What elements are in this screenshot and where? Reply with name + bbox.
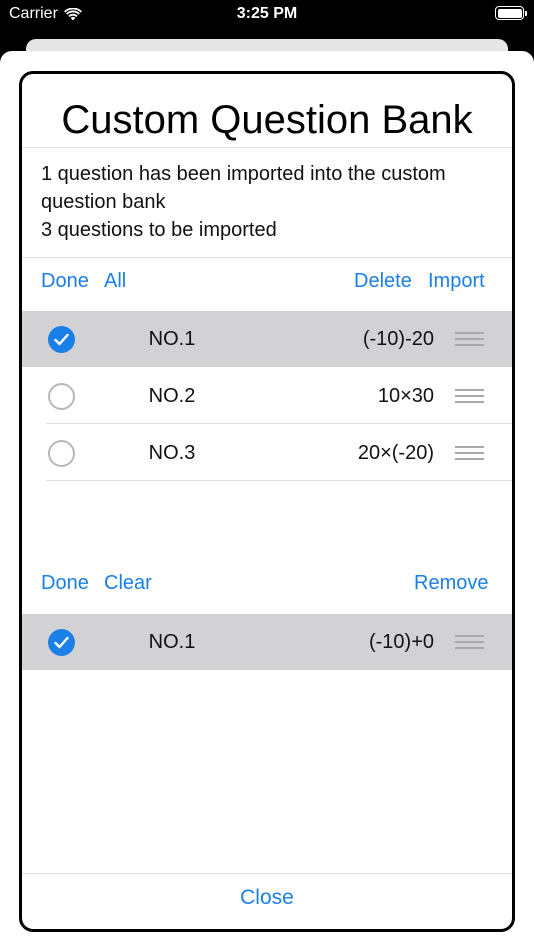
info-divider <box>22 257 512 258</box>
delete-button[interactable]: Delete <box>354 270 412 293</box>
drag-handle-icon[interactable] <box>455 635 484 649</box>
custom-question-bank-dialog: Custom Question Bank 1 question has been… <box>19 71 515 932</box>
import-button[interactable]: Import <box>428 270 485 293</box>
question-expression: 20×(-20) <box>357 442 434 464</box>
row-checkbox[interactable] <box>48 440 75 467</box>
question-number: NO.2 <box>148 385 196 407</box>
row-checkbox[interactable] <box>48 326 75 353</box>
imported-done-button[interactable]: Done <box>41 572 89 595</box>
title-divider <box>22 147 512 148</box>
close-divider <box>22 873 512 874</box>
drag-handle-icon[interactable] <box>455 332 484 346</box>
pending-question-row[interactable]: NO.1 (-10)-20 <box>22 311 512 367</box>
drag-handle-icon[interactable] <box>455 389 484 403</box>
question-expression: (-10)-20 <box>362 328 434 350</box>
import-status-text: 1 question has been imported into the cu… <box>41 160 501 244</box>
select-all-button[interactable]: All <box>104 270 126 293</box>
imported-question-row[interactable]: NO.1 (-10)+0 <box>22 614 512 670</box>
checkmark-icon <box>54 333 69 346</box>
battery-icon <box>495 6 527 20</box>
question-number: NO.3 <box>148 442 196 464</box>
question-expression: 10×30 <box>377 385 434 407</box>
row-checkbox[interactable] <box>48 383 75 410</box>
row-checkbox[interactable] <box>48 629 75 656</box>
dialog-title: Custom Question Bank <box>61 98 473 142</box>
pending-done-button[interactable]: Done <box>41 270 89 293</box>
pending-question-row[interactable]: NO.3 20×(-20) <box>22 425 512 481</box>
close-button[interactable]: Close <box>22 886 512 910</box>
status-time: 3:25 PM <box>236 5 298 22</box>
checkmark-icon <box>54 636 69 649</box>
question-number: NO.1 <box>148 631 196 653</box>
drag-handle-icon[interactable] <box>455 446 484 460</box>
imported-count-text: 1 question has been imported into the cu… <box>41 163 446 213</box>
question-number: NO.1 <box>148 328 196 350</box>
clear-button[interactable]: Clear <box>104 572 152 595</box>
row-divider <box>46 480 512 481</box>
pending-question-row[interactable]: NO.2 10×30 <box>22 368 512 424</box>
pending-count-text: 3 questions to be imported <box>41 219 277 241</box>
status-bar: Carrier 3:25 PM <box>0 0 534 40</box>
row-divider <box>46 423 512 424</box>
remove-button[interactable]: Remove <box>414 572 488 595</box>
question-expression: (-10)+0 <box>368 631 434 653</box>
